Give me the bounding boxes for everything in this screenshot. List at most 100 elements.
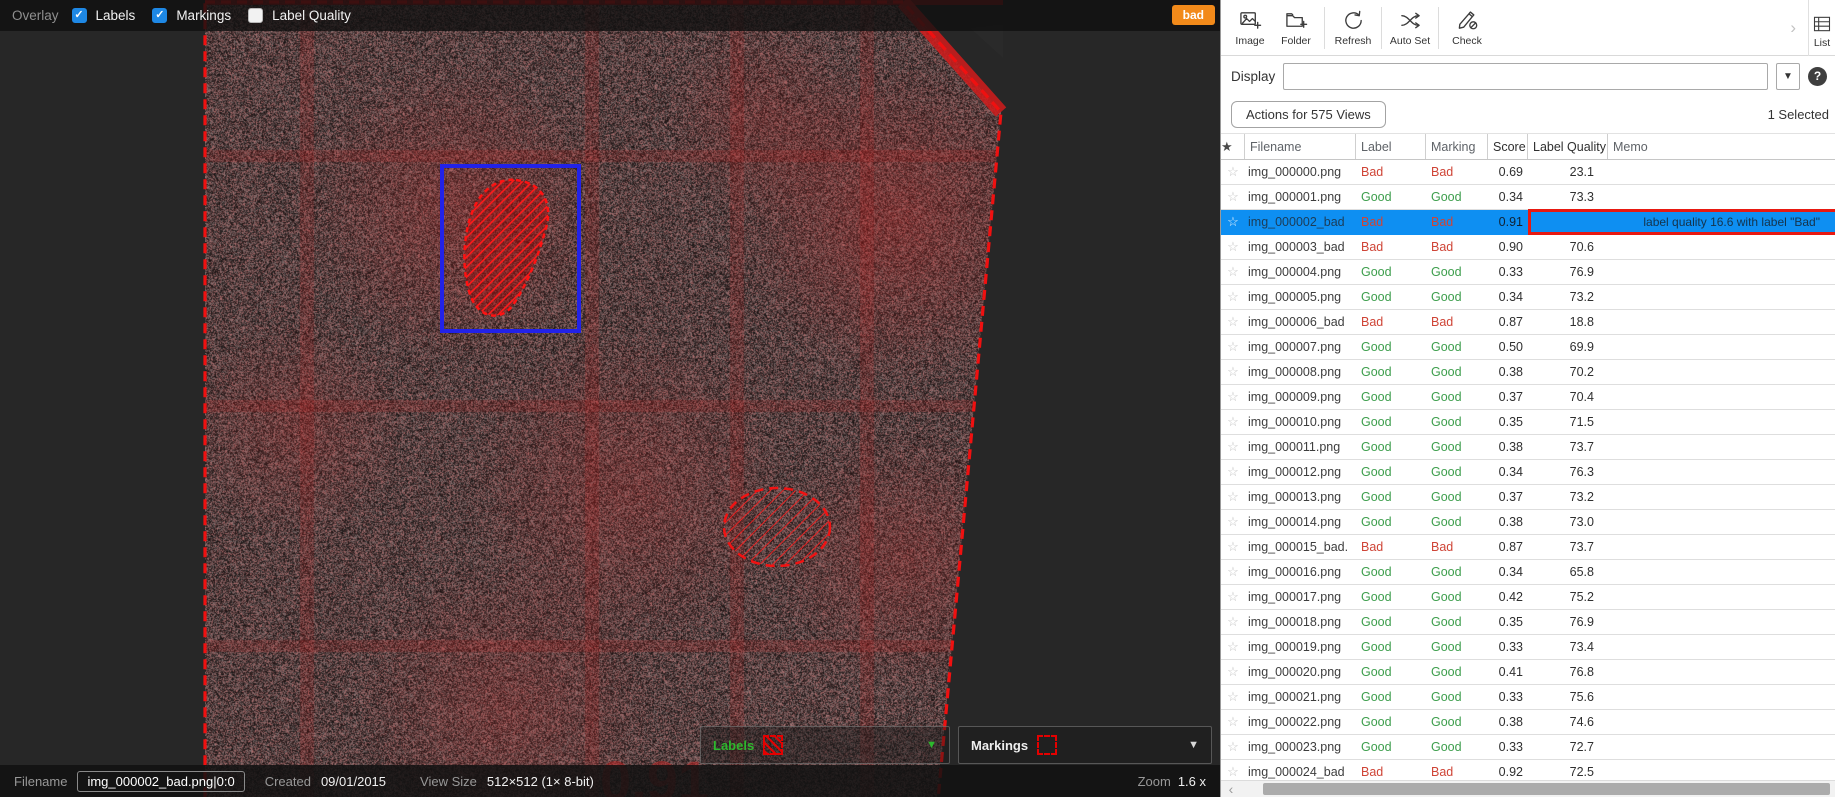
markings-checkbox[interactable]: ✓ [152,8,167,23]
table-row[interactable]: ☆ img_000021.png Good Good 0.33 75.6 [1221,685,1835,710]
cell-label: Bad [1356,240,1426,254]
star-icon[interactable]: ☆ [1221,564,1245,580]
table-row[interactable]: ☆ img_000024_bad Bad Bad 0.92 72.5 [1221,760,1835,780]
labels-dropdown[interactable]: Labels ▼ [700,726,950,764]
table-row[interactable]: ☆ img_000003_bad Bad Bad 0.90 70.6 [1221,235,1835,260]
cell-marking: Bad [1426,165,1488,179]
table-row[interactable]: ☆ img_000023.png Good Good 0.33 72.7 [1221,735,1835,760]
list-view-label: List [1814,37,1830,49]
table-row[interactable]: ☆ img_000006_bad Bad Bad 0.87 18.8 [1221,310,1835,335]
help-button[interactable]: ? [1808,67,1827,86]
star-icon[interactable]: ☆ [1221,739,1245,755]
markings-dropdown[interactable]: Markings ▼ [958,726,1212,764]
star-icon[interactable]: ☆ [1221,364,1245,380]
star-icon[interactable]: ☆ [1221,539,1245,555]
table-row[interactable]: ☆ img_000016.png Good Good 0.34 65.8 [1221,560,1835,585]
star-icon[interactable]: ☆ [1221,714,1245,730]
cell-quality: 76.9 [1528,265,1608,279]
add-folder-button[interactable]: Folder [1273,3,1319,53]
cell-filename: img_000018.png [1245,615,1356,629]
refresh-button[interactable]: Refresh [1330,3,1376,53]
star-icon[interactable]: ☆ [1221,689,1245,705]
star-icon[interactable]: ☆ [1221,164,1245,180]
table-row[interactable]: ☆ img_000002_bad Bad Bad 0.91 label qual… [1221,210,1835,235]
table-row[interactable]: ☆ img_000007.png Good Good 0.50 69.9 [1221,335,1835,360]
labels-checkbox-label[interactable]: Labels [96,8,136,23]
star-icon[interactable]: ☆ [1221,239,1245,255]
star-icon[interactable]: ☆ [1221,314,1245,330]
scrollbar-thumb[interactable] [1263,783,1830,795]
list-view-button[interactable]: List [1809,8,1835,49]
scroll-left-icon[interactable]: ‹ [1223,781,1239,797]
star-icon[interactable]: ☆ [1221,639,1245,655]
cell-label: Bad [1356,315,1426,329]
actions-button[interactable]: Actions for 575 Views [1231,101,1386,128]
table-row[interactable]: ☆ img_000017.png Good Good 0.42 75.2 [1221,585,1835,610]
column-header-star[interactable]: ★ [1221,134,1245,159]
star-icon[interactable]: ☆ [1221,614,1245,630]
cell-marking: Good [1426,590,1488,604]
column-header-score[interactable]: Score [1488,134,1528,159]
star-icon[interactable]: ☆ [1221,439,1245,455]
chevron-right-icon[interactable]: › [1778,18,1808,38]
table-row[interactable]: ☆ img_000014.png Good Good 0.38 73.0 [1221,510,1835,535]
star-icon[interactable]: ☆ [1221,664,1245,680]
labels-checkbox[interactable]: ✓ [72,8,87,23]
label-quality-checkbox[interactable]: ✓ [248,8,263,23]
star-icon[interactable]: ☆ [1221,589,1245,605]
star-icon[interactable]: ☆ [1221,289,1245,305]
cell-label: Good [1356,565,1426,579]
image-region[interactable] [205,0,1005,797]
table-row[interactable]: ☆ img_000018.png Good Good 0.35 76.9 [1221,610,1835,635]
star-icon[interactable]: ☆ [1221,464,1245,480]
cell-marking: Good [1426,440,1488,454]
toolbar-separator [1324,7,1325,49]
table-row[interactable]: ☆ img_000020.png Good Good 0.41 76.8 [1221,660,1835,685]
table-row[interactable]: ☆ img_000019.png Good Good 0.33 73.4 [1221,635,1835,660]
star-icon[interactable]: ☆ [1221,514,1245,530]
label-quality-checkbox-label[interactable]: Label Quality [272,8,351,23]
table-row[interactable]: ☆ img_000008.png Good Good 0.38 70.2 [1221,360,1835,385]
table-row[interactable]: ☆ img_000010.png Good Good 0.35 71.5 [1221,410,1835,435]
column-header-marking[interactable]: Marking [1426,134,1488,159]
table-header: ★ Filename Label Marking Score Label Qua… [1221,134,1835,160]
table-row[interactable]: ☆ img_000015_bad. Bad Bad 0.87 73.7 [1221,535,1835,560]
chevron-down-icon[interactable]: ▼ [1188,739,1199,751]
column-header-filename[interactable]: Filename [1245,134,1356,159]
cell-filename: img_000010.png [1245,415,1356,429]
auto-set-button[interactable]: Auto Set [1387,3,1433,53]
column-header-memo[interactable]: Memo [1608,134,1835,159]
filename-value[interactable]: img_000002_bad.png|0:0 [77,771,244,792]
table-row[interactable]: ☆ img_000009.png Good Good 0.37 70.4 [1221,385,1835,410]
star-icon[interactable]: ☆ [1221,489,1245,505]
table-row[interactable]: ☆ img_000005.png Good Good 0.34 73.2 [1221,285,1835,310]
table-row[interactable]: ☆ img_000022.png Good Good 0.38 74.6 [1221,710,1835,735]
image-canvas[interactable] [205,0,1005,797]
cell-quality: 74.6 [1528,715,1608,729]
star-icon[interactable]: ☆ [1221,339,1245,355]
table-row[interactable]: ☆ img_000012.png Good Good 0.34 76.3 [1221,460,1835,485]
markings-checkbox-label[interactable]: Markings [176,8,231,23]
column-header-label[interactable]: Label [1356,134,1426,159]
table-row[interactable]: ☆ img_000001.png Good Good 0.34 73.3 [1221,185,1835,210]
star-icon[interactable]: ☆ [1221,214,1245,230]
star-icon[interactable]: ☆ [1221,389,1245,405]
column-header-quality[interactable]: Label Quality [1528,134,1608,159]
check-button[interactable]: Check [1444,3,1490,53]
cell-label: Good [1356,615,1426,629]
star-icon[interactable]: ☆ [1221,264,1245,280]
table-row[interactable]: ☆ img_000011.png Good Good 0.38 73.7 [1221,435,1835,460]
table-row[interactable]: ☆ img_000004.png Good Good 0.33 76.9 [1221,260,1835,285]
table-row[interactable]: ☆ img_000000.png Bad Bad 0.69 23.1 [1221,160,1835,185]
add-image-button[interactable]: Image [1227,3,1273,53]
horizontal-scrollbar[interactable]: ‹ [1221,780,1835,797]
table-row[interactable]: ☆ img_000013.png Good Good 0.37 73.2 [1221,485,1835,510]
display-input[interactable] [1283,63,1768,90]
cell-filename: img_000007.png [1245,340,1356,354]
display-dropdown-button[interactable]: ▼ [1776,63,1800,90]
star-icon[interactable]: ☆ [1221,189,1245,205]
chevron-down-icon[interactable]: ▼ [926,739,937,751]
view-size-label: View Size [420,774,477,789]
star-icon[interactable]: ☆ [1221,414,1245,430]
star-icon[interactable]: ☆ [1221,764,1245,780]
